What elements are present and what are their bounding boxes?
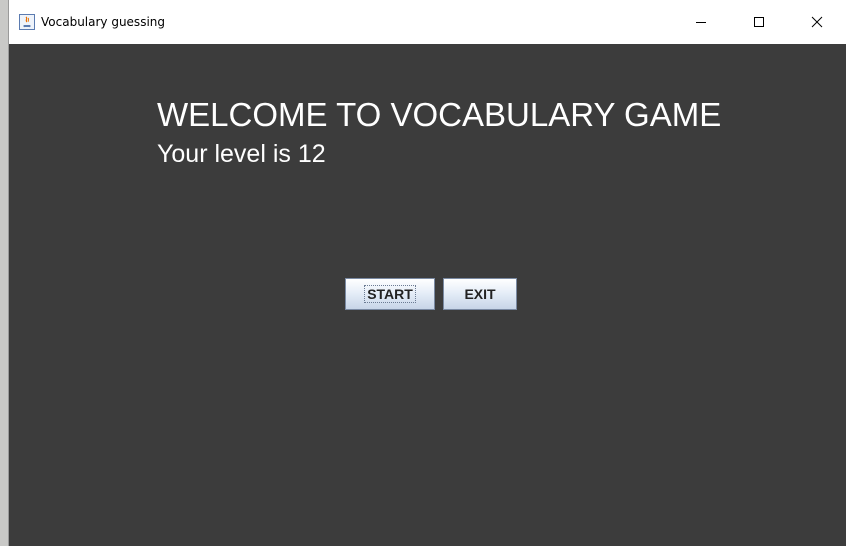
welcome-heading: WELCOME TO VOCABULARY GAME [157,96,722,133]
close-icon [811,16,823,28]
exit-button[interactable]: EXIT [443,278,517,310]
window-title: Vocabulary guessing [41,15,165,29]
start-button-label: START [364,285,416,303]
maximize-icon [754,17,764,27]
title-bar[interactable]: Vocabulary guessing [9,0,846,44]
app-window: Vocabulary guessing WELCOME TO VOCABULAR… [8,0,846,546]
caption-buttons [672,0,846,44]
game-panel: WELCOME TO VOCABULARY GAME Your level is… [9,44,846,546]
level-label: Your level is 12 [157,140,326,168]
java-icon [19,14,35,30]
maximize-button[interactable] [730,0,788,44]
desktop-background [0,0,8,546]
minimize-button[interactable] [672,0,730,44]
start-button[interactable]: START [345,278,435,310]
close-button[interactable] [788,0,846,44]
minimize-icon [696,22,706,23]
exit-button-label: EXIT [464,286,496,302]
